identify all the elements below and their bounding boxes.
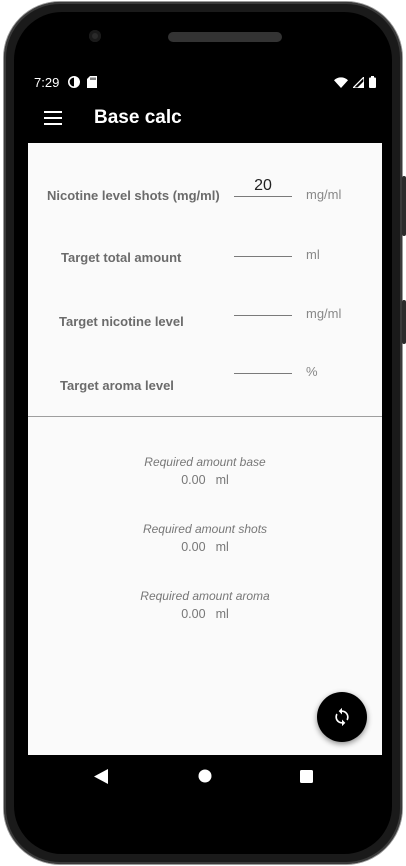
refresh-icon	[335, 707, 349, 727]
result-shots-label: Required amount shots	[142, 522, 268, 536]
aroma-level-input[interactable]	[234, 352, 292, 374]
result-aroma: Required amount aroma 0.00 ml	[28, 589, 382, 621]
total-amount-unit: ml	[306, 247, 320, 262]
home-icon[interactable]	[198, 769, 212, 783]
result-base: Required amount base 0.00 ml	[28, 455, 382, 487]
total-amount-label: Target total amount	[61, 250, 182, 265]
refresh-fab-button[interactable]	[317, 692, 367, 742]
input-row-aroma-level: Target aroma level %	[28, 352, 382, 393]
result-aroma-label: Required amount aroma	[140, 589, 270, 603]
volume-button	[402, 176, 406, 236]
navigation-bar	[28, 755, 382, 797]
recents-icon[interactable]	[300, 770, 313, 783]
app-bar: Base calc	[28, 94, 382, 142]
sd-card-icon	[87, 76, 98, 88]
hamburger-menu-icon[interactable]	[44, 111, 62, 125]
nicotine-shots-unit: mg/ml	[306, 187, 342, 202]
earpiece-speaker	[168, 32, 282, 42]
calculator-content: Nicotine level shots (mg/ml) 20 mg/ml Ta…	[28, 143, 382, 755]
result-shots-unit: ml	[215, 540, 229, 554]
total-amount-input[interactable]	[234, 235, 292, 257]
result-shots: Required amount shots 0.00 ml	[28, 522, 382, 554]
app-title: Base calc	[94, 107, 182, 128]
result-base-value: 0.00	[181, 473, 206, 487]
input-row-nicotine-shots: Nicotine level shots (mg/ml) 20 mg/ml	[28, 175, 382, 215]
power-button	[402, 300, 406, 344]
result-base-label: Required amount base	[144, 455, 266, 469]
nicotine-level-label: Target nicotine level	[59, 314, 184, 329]
battery-icon	[369, 76, 376, 88]
result-shots-value: 0.00	[181, 540, 206, 554]
nicotine-level-input[interactable]	[234, 294, 292, 316]
aroma-level-unit: %	[306, 364, 318, 379]
nicotine-level-unit: mg/ml	[306, 306, 342, 321]
divider	[28, 416, 382, 417]
data-saver-icon	[68, 76, 81, 88]
status-bar: 7:29	[28, 70, 382, 94]
result-base-unit: ml	[215, 473, 229, 487]
input-row-nicotine-level: Target nicotine level mg/ml	[28, 294, 382, 334]
wifi-icon	[334, 76, 348, 88]
nicotine-shots-input[interactable]: 20	[234, 175, 292, 197]
result-aroma-value: 0.00	[181, 607, 206, 621]
back-icon[interactable]	[94, 769, 108, 784]
cell-signal-icon	[353, 76, 364, 88]
aroma-level-label: Target aroma level	[60, 378, 174, 393]
front-camera	[89, 30, 101, 42]
nicotine-shots-label: Nicotine level shots (mg/ml)	[47, 188, 220, 203]
input-row-total-amount: Target total amount ml	[28, 235, 382, 275]
result-aroma-unit: ml	[215, 607, 229, 621]
status-time: 7:29	[34, 74, 60, 90]
